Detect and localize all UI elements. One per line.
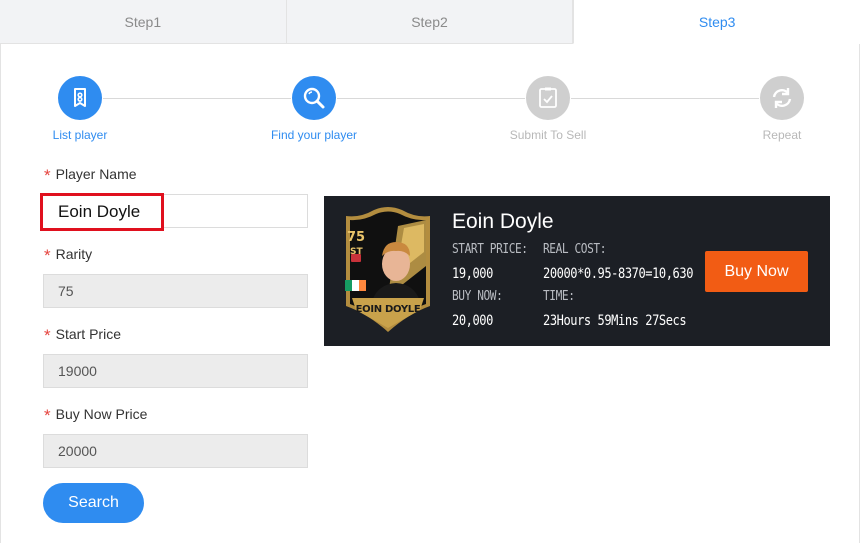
real-cost-caption: REAL COST: [543, 242, 607, 257]
start-price-label: * Start Price [44, 326, 121, 345]
search-icon [292, 76, 336, 120]
player-name-value[interactable]: Eoin Doyle [40, 193, 164, 231]
tag-icon [58, 76, 102, 120]
step-label: Submit To Sell [509, 128, 587, 142]
result-player-name: Eoin Doyle [452, 210, 554, 233]
step-tabs: Step1 Step2 Step3 [0, 0, 860, 44]
tab-step3[interactable]: Step3 [573, 0, 860, 44]
step-label: Repeat [762, 128, 802, 142]
tab-step2[interactable]: Step2 [286, 0, 574, 44]
refresh-icon [760, 76, 804, 120]
step-find-player: Find your player [254, 76, 374, 142]
real-cost-value: 20000*0.95-8370=10,630 [543, 266, 694, 282]
required-marker: * [44, 326, 51, 345]
search-button[interactable]: Search [43, 483, 144, 523]
required-marker: * [44, 406, 51, 425]
start-price-value: 19,000 [452, 266, 493, 282]
tab-step1[interactable]: Step1 [0, 0, 287, 44]
card-rating: 75 [347, 230, 366, 245]
step-submit: Submit To Sell [488, 76, 608, 142]
step-label: Find your player [270, 128, 358, 142]
rarity-label: * Rarity [44, 246, 93, 265]
rarity-input[interactable]: 75 [43, 274, 308, 308]
card-player-name: EOIN DOYLE [355, 304, 421, 315]
progress-stepper: List player Find your player Submit To S… [0, 76, 860, 146]
player-name-label: * Player Name [44, 166, 137, 185]
start-price-caption: START PRICE: [452, 242, 528, 257]
step-label: List player [52, 128, 108, 142]
buy-now-button[interactable]: Buy Now [705, 251, 808, 292]
step-list-player: List player [20, 76, 140, 142]
required-marker: * [44, 166, 51, 185]
buy-now-caption: BUY NOW: [452, 289, 503, 304]
start-price-input[interactable]: 19000 [43, 354, 308, 388]
time-caption: TIME: [543, 289, 575, 304]
buy-now-price-label: * Buy Now Price [44, 406, 148, 425]
checklist-icon [526, 76, 570, 120]
time-value: 23Hours 59Mins 27Secs [543, 313, 687, 329]
buy-now-value: 20,000 [452, 313, 493, 329]
card-position: ST [350, 247, 363, 257]
required-marker: * [44, 246, 51, 265]
step-repeat: Repeat [722, 76, 842, 142]
buy-now-price-input[interactable]: 20000 [43, 434, 308, 468]
